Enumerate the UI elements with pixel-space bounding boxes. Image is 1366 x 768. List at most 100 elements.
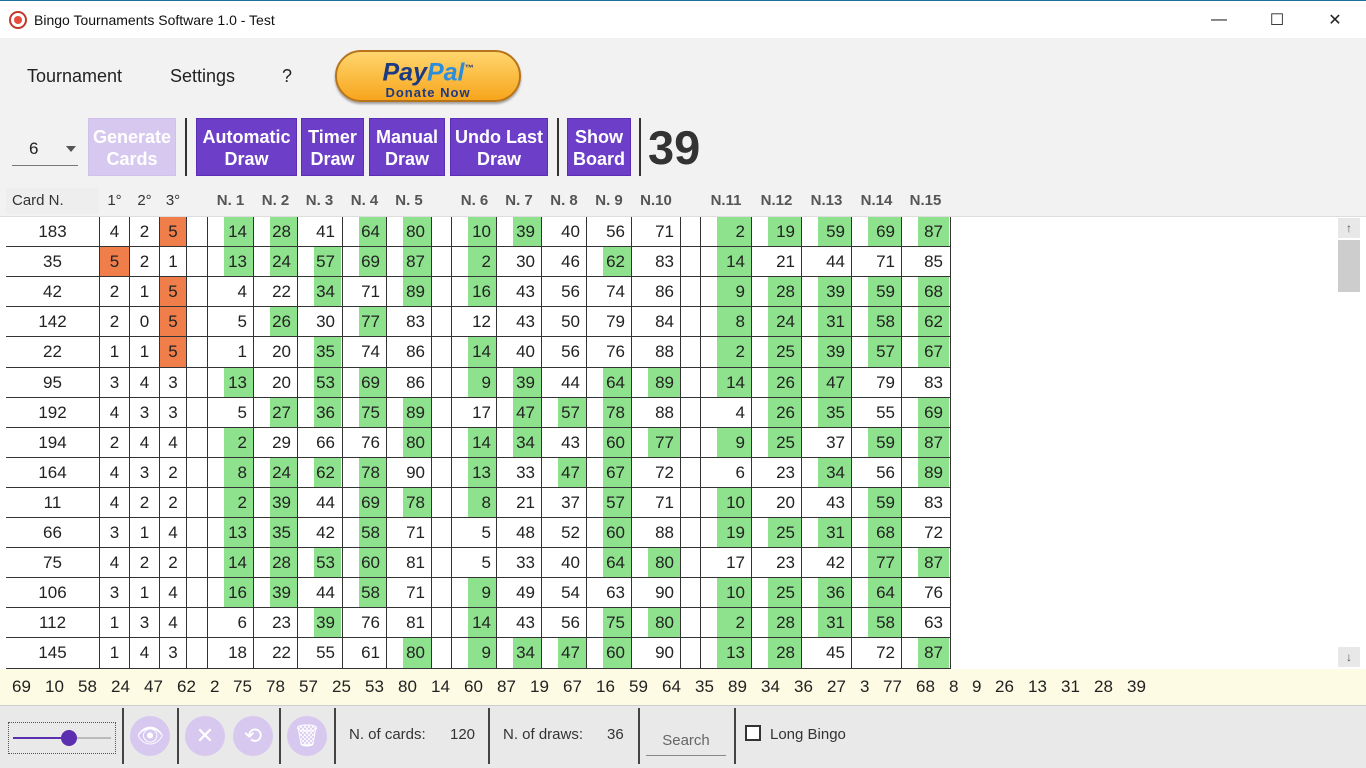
number-cell: 69 [918, 397, 949, 428]
drawn-number: 67 [563, 677, 582, 696]
number-cell: 62 [918, 307, 949, 338]
toolbar-separator [557, 118, 559, 176]
maximize-button[interactable]: ☐ [1248, 1, 1306, 39]
number-cell: 47 [558, 638, 586, 669]
number-cell: 71 [406, 523, 425, 542]
count-cell: 4 [168, 613, 178, 633]
close-button[interactable]: ✕ [1306, 1, 1364, 39]
generate-cards-button[interactable]: Generate Cards [88, 118, 176, 176]
scroll-down-arrow-icon[interactable]: ↓ [1338, 647, 1360, 667]
number-cell: 74 [361, 342, 380, 362]
column-header[interactable]: N. 3 [298, 188, 341, 214]
automatic-draw-button[interactable]: Automatic Draw [196, 118, 297, 176]
number-cell: 21 [776, 252, 795, 272]
table-row[interactable]: 22 1 1 5 1 20 35 74 86 14 40 56 76 88 2 25 39 57 67 [0, 337, 1366, 368]
table-row[interactable]: 35 5 2 1 13 24 57 69 87 2 30 46 62 83 14 21 44 71 85 [0, 247, 1366, 278]
number-cell: 5 [481, 523, 491, 542]
column-header[interactable]: N. 6 [452, 188, 497, 214]
menu-help[interactable]: ? [282, 66, 292, 87]
table-row[interactable]: 112 1 3 4 6 23 39 76 81 14 43 56 75 80 2 28 31 58 63 [0, 608, 1366, 639]
menu-tournament[interactable]: Tournament [27, 66, 122, 87]
table-row[interactable]: 75 4 2 2 14 28 53 60 81 5 33 40 64 80 17 23 42 77 87 [0, 548, 1366, 579]
number-cell: 86 [406, 372, 425, 392]
scroll-thumb[interactable] [1338, 240, 1360, 292]
table-row[interactable]: 145 1 4 3 18 22 55 61 80 9 34 47 60 90 13 28 45 72 87 [0, 638, 1366, 669]
column-header[interactable]: N. 5 [387, 188, 431, 214]
column-header[interactable]: N.13 [802, 188, 851, 214]
number-cell: 13 [224, 518, 253, 548]
search-input[interactable]: Search [646, 720, 726, 756]
refresh-icon[interactable]: ⟲ [233, 716, 273, 756]
show-board-button[interactable]: Show Board [567, 118, 631, 176]
column-header[interactable]: N.12 [752, 188, 801, 214]
drawn-number: 3 [860, 677, 870, 696]
timer-draw-button[interactable]: Timer Draw [301, 118, 364, 176]
number-cell: 75 [603, 608, 631, 639]
column-header[interactable]: N. 8 [542, 188, 586, 214]
number-cell: 57 [603, 487, 631, 518]
column-divider [253, 217, 254, 669]
card-number-cell: 194 [38, 432, 67, 452]
number-cell: 9 [468, 367, 497, 398]
column-header[interactable]: N.11 [701, 188, 751, 214]
number-cell: 19 [717, 518, 751, 548]
undo-last-draw-button[interactable]: Undo Last Draw [450, 118, 548, 176]
scroll-up-arrow-icon[interactable]: ↑ [1338, 218, 1360, 238]
column-header[interactable]: N.15 [902, 188, 949, 214]
card-count-dropdown[interactable]: 6 [12, 136, 78, 166]
card-number-cell: 183 [38, 222, 67, 241]
table-row[interactable]: 95 3 4 3 13 20 53 69 86 9 39 44 64 89 14 26 47 79 83 [0, 367, 1366, 398]
card-number-cell: 164 [38, 462, 67, 482]
number-cell: 44 [561, 372, 580, 392]
table-row[interactable]: 66 3 1 4 13 35 42 58 71 5 48 52 60 88 19 25 31 68 72 [0, 518, 1366, 548]
column-header[interactable]: N.10 [632, 188, 680, 214]
zoom-slider[interactable] [8, 722, 116, 754]
count-cell: 3 [139, 402, 150, 422]
table-row[interactable]: 194 2 4 4 2 29 66 76 80 14 34 43 60 77 9 25 37 59 87 [0, 427, 1366, 458]
number-cell: 23 [272, 613, 291, 633]
number-cell: 71 [876, 252, 895, 272]
eye-icon[interactable]: 👁 [130, 716, 170, 756]
number-cell: 56 [606, 222, 625, 241]
number-cell: 14 [468, 608, 497, 639]
column-header[interactable]: 1° [100, 188, 129, 214]
card-number-cell: 95 [43, 372, 62, 392]
menu-settings[interactable]: Settings [170, 66, 235, 87]
minimize-button[interactable]: — [1190, 1, 1248, 39]
paypal-donate-button[interactable]: PayPal™ Donate Now [335, 50, 521, 102]
table-row[interactable]: 106 3 1 4 16 39 44 58 71 9 49 54 63 90 10 25 36 64 76 [0, 578, 1366, 609]
number-cell: 14 [717, 247, 751, 278]
column-header[interactable]: 3° [160, 188, 186, 214]
column-header[interactable]: N. 4 [343, 188, 386, 214]
delete-icon[interactable]: 🗑 [287, 716, 327, 756]
grid-scrollbar[interactable]: ↑ ↓ [1338, 218, 1360, 667]
drawn-number: 9 [972, 677, 982, 696]
table-row[interactable]: 42 2 1 5 4 22 34 71 89 16 43 56 74 86 9 28 39 59 68 [0, 277, 1366, 308]
table-row[interactable]: 183 4 2 5 14 28 41 64 80 10 39 40 56 71 2 19 59 69 87 [0, 217, 1366, 247]
number-cell: 16 [224, 578, 253, 609]
manual-draw-button[interactable]: Manual Draw [369, 118, 445, 176]
column-header[interactable]: N. 9 [587, 188, 631, 214]
close-circle-icon[interactable]: ✕ [185, 716, 225, 756]
drawn-number: 87 [497, 677, 516, 696]
long-bingo-checkbox[interactable] [745, 725, 761, 741]
column-header[interactable]: 2° [130, 188, 159, 214]
count-cell: 3 [109, 583, 120, 603]
drawn-number: 2 [210, 677, 220, 696]
table-row[interactable]: 11 4 2 2 2 39 44 69 78 8 21 37 57 71 10 20 43 59 83 [0, 487, 1366, 518]
column-header[interactable]: N. 2 [254, 188, 297, 214]
table-row[interactable]: 164 4 3 2 8 24 62 78 90 13 33 47 67 72 6 23 34 56 89 [0, 457, 1366, 488]
number-cell: 18 [228, 643, 247, 663]
drawn-number: 68 [916, 677, 935, 696]
column-header[interactable]: N. 1 [208, 188, 253, 214]
table-row[interactable]: 192 4 3 3 5 27 36 75 89 17 47 57 78 88 4 26 35 55 69 [0, 397, 1366, 428]
column-header[interactable]: Card N. [6, 188, 99, 214]
number-cell: 4 [237, 282, 247, 302]
slider-knob[interactable] [61, 730, 77, 746]
table-row[interactable]: 142 2 0 5 5 26 30 77 83 12 43 50 79 84 8 24 31 58 62 [0, 307, 1366, 338]
column-header[interactable]: N.14 [852, 188, 901, 214]
number-cell: 43 [826, 492, 845, 512]
column-header[interactable]: N. 7 [497, 188, 541, 214]
number-cell: 58 [868, 608, 901, 639]
count-cell: 3 [168, 643, 178, 663]
